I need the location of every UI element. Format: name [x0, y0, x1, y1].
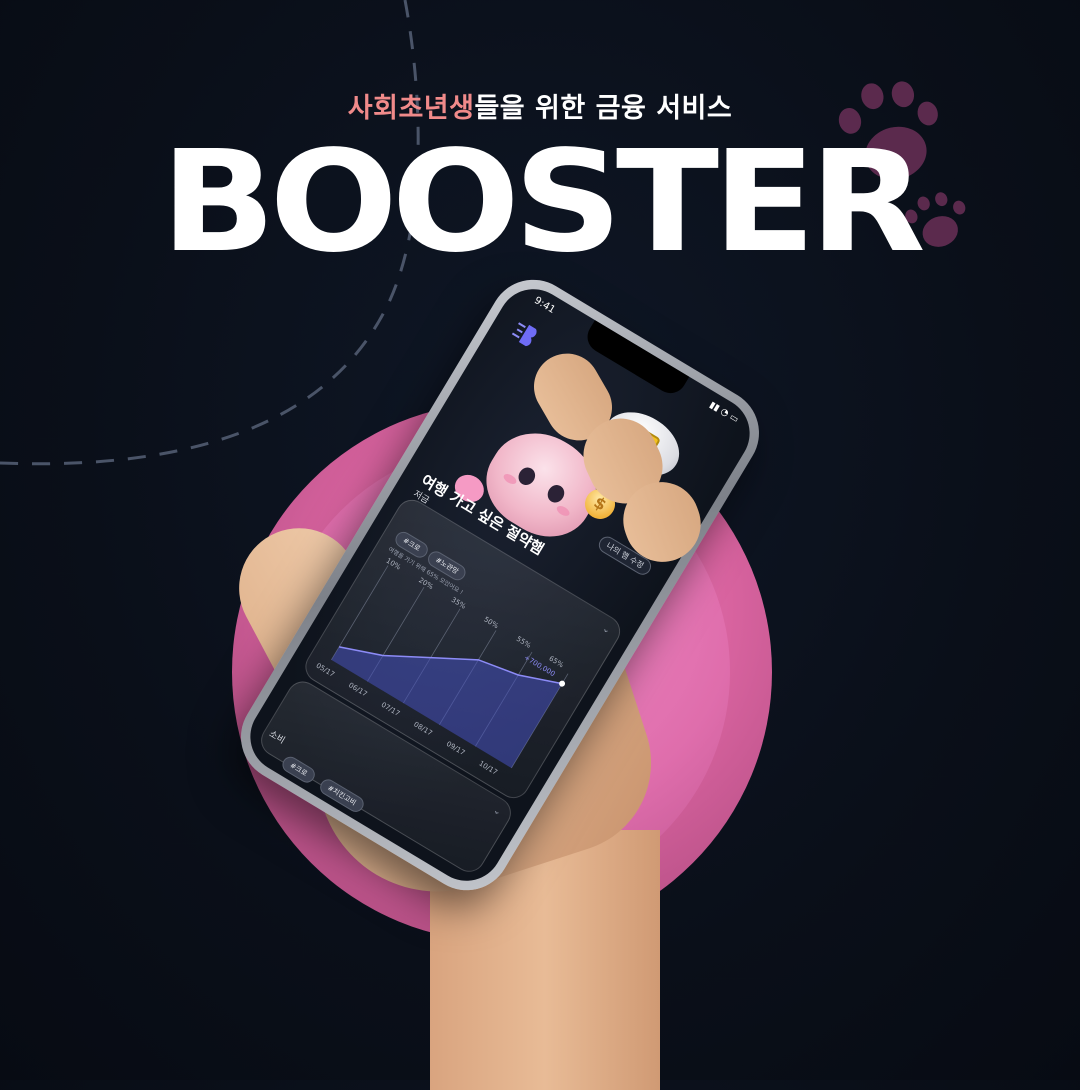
tagline-rest: 들을 위한 금융 서비스 [474, 93, 733, 124]
tagline: 사회초년생들을 위한 금융 서비스 [0, 86, 1080, 125]
mascot-cheek [555, 503, 572, 518]
brand-title: BOOSTER [160, 121, 926, 284]
mascot-cheek [501, 471, 519, 487]
mascot-eye [515, 464, 539, 489]
status-time: 9:41 [532, 295, 558, 317]
chart-guide-line [331, 565, 389, 661]
status-icons: ▮▮ ◔ ▭ [707, 400, 741, 426]
tagline-highlight: 사회초년생 [347, 93, 475, 124]
chevron-down-icon[interactable]: ⌄ [491, 806, 503, 818]
mascot-eye [544, 481, 568, 506]
booster-logo-icon[interactable] [509, 318, 544, 352]
